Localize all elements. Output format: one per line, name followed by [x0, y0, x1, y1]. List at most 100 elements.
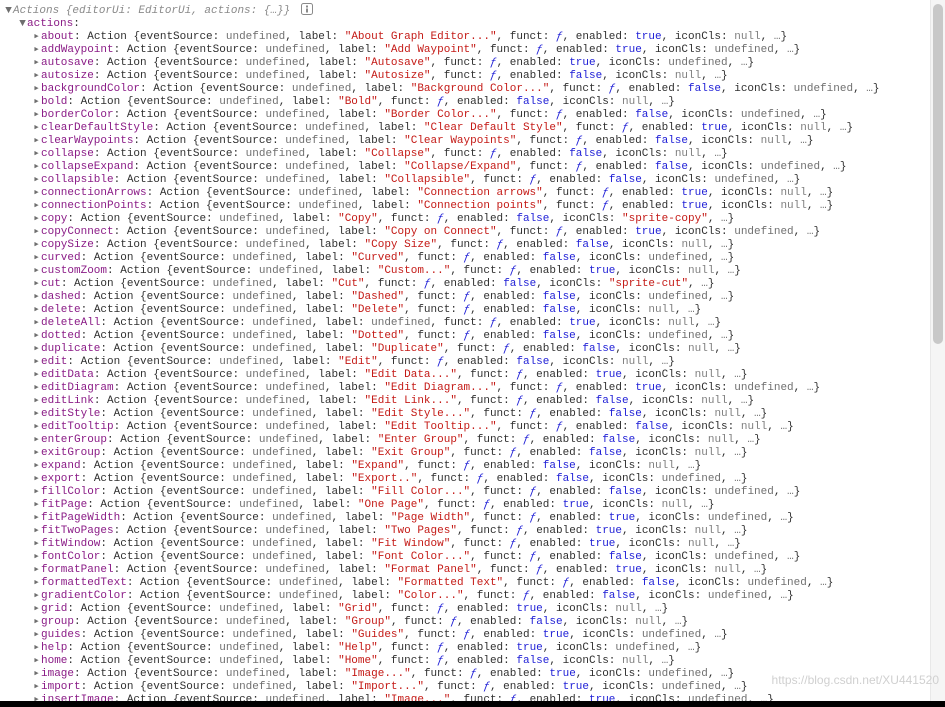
action-row-home[interactable]: ▸home: Action {eventSource: undefined, l…: [4, 655, 945, 668]
expand-arrow-down-icon[interactable]: ▼: [4, 5, 13, 18]
action-row-addWaypoint[interactable]: ▸addWaypoint: Action {eventSource: undef…: [4, 44, 945, 57]
expand-arrow-right-icon[interactable]: ▸: [32, 629, 41, 642]
expand-arrow-right-icon[interactable]: ▸: [32, 525, 41, 538]
action-row-copy[interactable]: ▸copy: Action {eventSource: undefined, l…: [4, 213, 945, 226]
expand-arrow-right-icon[interactable]: ▸: [32, 83, 41, 96]
action-row-fitPage[interactable]: ▸fitPage: Action {eventSource: undefined…: [4, 499, 945, 512]
expand-arrow-right-icon[interactable]: ▸: [32, 213, 41, 226]
scrollbar-thumb[interactable]: [933, 4, 943, 344]
action-row-bold[interactable]: ▸bold: Action {eventSource: undefined, l…: [4, 96, 945, 109]
action-row-editStyle[interactable]: ▸editStyle: Action {eventSource: undefin…: [4, 408, 945, 421]
expand-arrow-right-icon[interactable]: ▸: [32, 317, 41, 330]
action-row-guides[interactable]: ▸guides: Action {eventSource: undefined,…: [4, 629, 945, 642]
vertical-scrollbar[interactable]: [930, 0, 945, 707]
expand-arrow-right-icon[interactable]: ▸: [32, 304, 41, 317]
action-row-fitTwoPages[interactable]: ▸fitTwoPages: Action {eventSource: undef…: [4, 525, 945, 538]
expand-arrow-right-icon[interactable]: ▸: [32, 226, 41, 239]
expand-arrow-right-icon[interactable]: ▸: [32, 564, 41, 577]
expand-arrow-right-icon[interactable]: ▸: [32, 57, 41, 70]
action-row-editDiagram[interactable]: ▸editDiagram: Action {eventSource: undef…: [4, 382, 945, 395]
expand-arrow-right-icon[interactable]: ▸: [32, 109, 41, 122]
expand-arrow-right-icon[interactable]: ▸: [32, 616, 41, 629]
action-row-clearDefaultStyle[interactable]: ▸clearDefaultStyle: Action {eventSource:…: [4, 122, 945, 135]
expand-arrow-right-icon[interactable]: ▸: [32, 551, 41, 564]
expand-arrow-right-icon[interactable]: ▸: [32, 148, 41, 161]
action-row-autosize[interactable]: ▸autosize: Action {eventSource: undefine…: [4, 70, 945, 83]
action-row-dotted[interactable]: ▸dotted: Action {eventSource: undefined,…: [4, 330, 945, 343]
action-row-enterGroup[interactable]: ▸enterGroup: Action {eventSource: undefi…: [4, 434, 945, 447]
expand-arrow-right-icon[interactable]: ▸: [32, 122, 41, 135]
expand-arrow-right-icon[interactable]: ▸: [32, 603, 41, 616]
expand-arrow-right-icon[interactable]: ▸: [32, 421, 41, 434]
expand-arrow-right-icon[interactable]: ▸: [32, 395, 41, 408]
expand-arrow-right-icon[interactable]: ▸: [32, 96, 41, 109]
expand-arrow-right-icon[interactable]: ▸: [32, 187, 41, 200]
action-row-group[interactable]: ▸group: Action {eventSource: undefined, …: [4, 616, 945, 629]
action-row-fitPageWidth[interactable]: ▸fitPageWidth: Action {eventSource: unde…: [4, 512, 945, 525]
expand-arrow-right-icon[interactable]: ▸: [32, 330, 41, 343]
expand-arrow-right-icon[interactable]: ▸: [32, 538, 41, 551]
expand-arrow-right-icon[interactable]: ▸: [32, 200, 41, 213]
tree-actions-group-row[interactable]: ▼actions:: [4, 18, 945, 31]
action-row-import[interactable]: ▸import: Action {eventSource: undefined,…: [4, 681, 945, 694]
action-row-customZoom[interactable]: ▸customZoom: Action {eventSource: undefi…: [4, 265, 945, 278]
expand-arrow-right-icon[interactable]: ▸: [32, 655, 41, 668]
expand-arrow-right-icon[interactable]: ▸: [32, 473, 41, 486]
action-row-collapse[interactable]: ▸collapse: Action {eventSource: undefine…: [4, 148, 945, 161]
action-row-curved[interactable]: ▸curved: Action {eventSource: undefined,…: [4, 252, 945, 265]
expand-arrow-right-icon[interactable]: ▸: [32, 512, 41, 525]
expand-arrow-right-icon[interactable]: ▸: [32, 447, 41, 460]
action-row-copyConnect[interactable]: ▸copyConnect: Action {eventSource: undef…: [4, 226, 945, 239]
expand-arrow-right-icon[interactable]: ▸: [32, 278, 41, 291]
expand-arrow-right-icon[interactable]: ▸: [32, 408, 41, 421]
tree-root-row[interactable]: ▼Actions {editorUi: EditorUi, actions: {…: [4, 3, 945, 18]
expand-arrow-right-icon[interactable]: ▸: [32, 291, 41, 304]
action-row-copySize[interactable]: ▸copySize: Action {eventSource: undefine…: [4, 239, 945, 252]
expand-arrow-right-icon[interactable]: ▸: [32, 590, 41, 603]
expand-arrow-right-icon[interactable]: ▸: [32, 434, 41, 447]
action-row-fillColor[interactable]: ▸fillColor: Action {eventSource: undefin…: [4, 486, 945, 499]
expand-arrow-down-icon[interactable]: ▼: [18, 18, 27, 31]
expand-arrow-right-icon[interactable]: ▸: [32, 161, 41, 174]
action-row-collapsible[interactable]: ▸collapsible: Action {eventSource: undef…: [4, 174, 945, 187]
expand-arrow-right-icon[interactable]: ▸: [32, 31, 41, 44]
expand-arrow-right-icon[interactable]: ▸: [32, 44, 41, 57]
info-icon[interactable]: [301, 3, 313, 15]
expand-arrow-right-icon[interactable]: ▸: [32, 486, 41, 499]
expand-arrow-right-icon[interactable]: ▸: [32, 174, 41, 187]
action-row-editTooltip[interactable]: ▸editTooltip: Action {eventSource: undef…: [4, 421, 945, 434]
action-row-edit[interactable]: ▸edit: Action {eventSource: undefined, l…: [4, 356, 945, 369]
action-row-export[interactable]: ▸export: Action {eventSource: undefined,…: [4, 473, 945, 486]
expand-arrow-right-icon[interactable]: ▸: [32, 239, 41, 252]
action-row-cut[interactable]: ▸cut: Action {eventSource: undefined, la…: [4, 278, 945, 291]
action-row-gradientColor[interactable]: ▸gradientColor: Action {eventSource: und…: [4, 590, 945, 603]
action-row-image[interactable]: ▸image: Action {eventSource: undefined, …: [4, 668, 945, 681]
action-row-clearWaypoints[interactable]: ▸clearWaypoints: Action {eventSource: un…: [4, 135, 945, 148]
action-row-exitGroup[interactable]: ▸exitGroup: Action {eventSource: undefin…: [4, 447, 945, 460]
expand-arrow-right-icon[interactable]: ▸: [32, 265, 41, 278]
action-row-borderColor[interactable]: ▸borderColor: Action {eventSource: undef…: [4, 109, 945, 122]
expand-arrow-right-icon[interactable]: ▸: [32, 642, 41, 655]
action-row-dashed[interactable]: ▸dashed: Action {eventSource: undefined,…: [4, 291, 945, 304]
expand-arrow-right-icon[interactable]: ▸: [32, 668, 41, 681]
expand-arrow-right-icon[interactable]: ▸: [32, 356, 41, 369]
action-row-grid[interactable]: ▸grid: Action {eventSource: undefined, l…: [4, 603, 945, 616]
expand-arrow-right-icon[interactable]: ▸: [32, 499, 41, 512]
action-row-autosave[interactable]: ▸autosave: Action {eventSource: undefine…: [4, 57, 945, 70]
action-row-editLink[interactable]: ▸editLink: Action {eventSource: undefine…: [4, 395, 945, 408]
action-row-deleteAll[interactable]: ▸deleteAll: Action {eventSource: undefin…: [4, 317, 945, 330]
action-row-delete[interactable]: ▸delete: Action {eventSource: undefined,…: [4, 304, 945, 317]
action-row-editData[interactable]: ▸editData: Action {eventSource: undefine…: [4, 369, 945, 382]
action-row-formattedText[interactable]: ▸formattedText: Action {eventSource: und…: [4, 577, 945, 590]
action-row-expand[interactable]: ▸expand: Action {eventSource: undefined,…: [4, 460, 945, 473]
expand-arrow-right-icon[interactable]: ▸: [32, 252, 41, 265]
action-row-help[interactable]: ▸help: Action {eventSource: undefined, l…: [4, 642, 945, 655]
expand-arrow-right-icon[interactable]: ▸: [32, 577, 41, 590]
action-row-collapseExpand[interactable]: ▸collapseExpand: Action {eventSource: un…: [4, 161, 945, 174]
action-row-connectionPoints[interactable]: ▸connectionPoints: Action {eventSource: …: [4, 200, 945, 213]
expand-arrow-right-icon[interactable]: ▸: [32, 135, 41, 148]
action-row-about[interactable]: ▸about: Action {eventSource: undefined, …: [4, 31, 945, 44]
expand-arrow-right-icon[interactable]: ▸: [32, 369, 41, 382]
action-row-backgroundColor[interactable]: ▸backgroundColor: Action {eventSource: u…: [4, 83, 945, 96]
action-row-fontColor[interactable]: ▸fontColor: Action {eventSource: undefin…: [4, 551, 945, 564]
